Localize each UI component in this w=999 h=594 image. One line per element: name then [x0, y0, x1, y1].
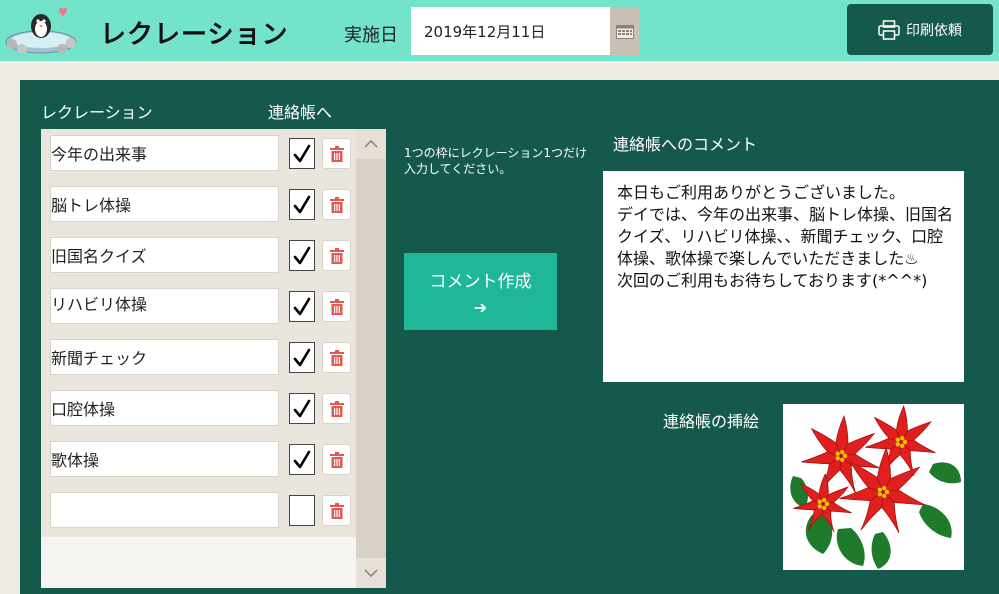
poinsettia-center: [835, 456, 840, 461]
calendar-icon: [615, 25, 634, 39]
trash-icon: [329, 145, 344, 162]
recreation-list: 今年の出来事 脳トレ体操 旧国名クイズ リハビリ体操 新聞チェック 口腔体操 歌…: [41, 129, 356, 588]
delete-button[interactable]: [322, 444, 351, 475]
poinsettia-center: [902, 439, 908, 445]
check-icon: [293, 348, 311, 366]
check-icon: [293, 195, 311, 213]
print-request-button[interactable]: 印刷依頼: [847, 4, 993, 55]
trash-icon: [329, 247, 344, 264]
printer-icon: [878, 19, 900, 40]
poinsettia-center: [900, 443, 905, 449]
chevron-up-icon: [364, 140, 378, 148]
recreation-input[interactable]: 旧国名クイズ: [50, 237, 279, 273]
poinsettia-center: [877, 492, 882, 497]
check-icon: [293, 450, 311, 468]
trash-icon: [329, 502, 344, 519]
poinsettia-center: [882, 493, 887, 499]
delete-button[interactable]: [322, 240, 351, 271]
poinsettia-center: [824, 501, 830, 507]
poinsettia-center: [822, 505, 827, 511]
illustration-box[interactable]: [783, 404, 964, 570]
list-item: 歌体操: [41, 435, 356, 486]
notebook-checkbox[interactable]: [289, 393, 315, 424]
poinsettia-center: [900, 435, 905, 441]
list-item: 新聞チェック: [41, 333, 356, 384]
illustration-label: 連絡帳の挿絵: [663, 412, 760, 431]
trash-icon: [329, 400, 344, 417]
poinsettia-center: [835, 451, 840, 456]
notebook-checkbox[interactable]: [289, 240, 315, 271]
delete-button[interactable]: [322, 342, 351, 373]
poinsettia-center: [895, 442, 900, 447]
trash-icon: [329, 349, 344, 366]
trash-icon: [329, 196, 344, 213]
onsen-penguin-logo-icon: [5, 7, 77, 54]
check-icon: [293, 297, 311, 315]
recreation-input[interactable]: 今年の出来事: [50, 135, 279, 171]
list-item: 旧国名クイズ: [41, 231, 356, 282]
recreation-input[interactable]: 新聞チェック: [50, 339, 279, 375]
make-comment-button[interactable]: コメント作成 ➔: [404, 253, 557, 330]
comment-label: 連絡帳へのコメント: [613, 135, 758, 154]
poinsettia-center: [882, 485, 887, 491]
calendar-button[interactable]: [610, 7, 639, 55]
notebook-column-header: 連絡帳へ: [268, 103, 333, 122]
recreation-input[interactable]: リハビリ体操: [50, 288, 279, 324]
recreation-input[interactable]: 歌体操: [50, 441, 279, 477]
comment-textarea[interactable]: [603, 171, 964, 382]
recreation-input[interactable]: [50, 492, 279, 528]
notebook-checkbox[interactable]: [289, 444, 315, 475]
arrow-right-icon: ➔: [473, 298, 488, 317]
trash-icon: [329, 451, 344, 468]
notebook-checkbox[interactable]: [289, 291, 315, 322]
poinsettia-center: [817, 504, 822, 509]
poinsettia-center: [822, 497, 827, 503]
delete-button[interactable]: [322, 393, 351, 424]
trash-icon: [329, 298, 344, 315]
make-comment-label: コメント作成: [429, 272, 532, 292]
chevron-down-icon: [364, 569, 378, 577]
poinsettia-center: [817, 499, 822, 504]
hint-text: 1つの枠にレクレーション1つだけ入力してください。: [404, 146, 588, 176]
print-button-label: 印刷依頼: [906, 22, 962, 39]
delete-button[interactable]: [322, 189, 351, 220]
notebook-checkbox[interactable]: [289, 189, 315, 220]
list-item: 口腔体操: [41, 384, 356, 435]
list-item: [41, 486, 356, 537]
notebook-checkbox[interactable]: [289, 495, 315, 526]
date-input[interactable]: [411, 7, 610, 55]
poinsettia-center: [877, 487, 882, 492]
notebook-checkbox[interactable]: [289, 138, 315, 169]
check-icon: [293, 144, 311, 162]
scroll-down-button[interactable]: [356, 558, 386, 588]
delete-button[interactable]: [322, 291, 351, 322]
delete-button[interactable]: [322, 138, 351, 169]
recreation-column-header: レクレーション: [41, 103, 153, 122]
poinsettia-center: [884, 489, 890, 495]
poinsettia-center: [842, 453, 848, 459]
check-icon: [293, 399, 311, 417]
list-item: リハビリ体操: [41, 282, 356, 333]
date-label: 実施日: [344, 25, 398, 46]
poinsettia-center: [840, 457, 845, 463]
recreation-input[interactable]: 口腔体操: [50, 390, 279, 426]
app-header: レクレーション 実施日 印刷依頼: [0, 0, 999, 61]
list-item: 今年の出来事: [41, 129, 356, 180]
notebook-checkbox[interactable]: [289, 342, 315, 373]
poinsettia-center: [895, 437, 900, 442]
scroll-up-button[interactable]: [356, 129, 386, 159]
poinsettia-center: [840, 449, 845, 455]
poinsettia-icon: [790, 404, 961, 569]
delete-button[interactable]: [322, 495, 351, 526]
recreation-input[interactable]: 脳トレ体操: [50, 186, 279, 222]
list-item: 脳トレ体操: [41, 180, 356, 231]
page-title: レクレーション: [100, 20, 289, 50]
check-icon: [293, 246, 311, 264]
list-scrollbar[interactable]: [356, 129, 386, 588]
